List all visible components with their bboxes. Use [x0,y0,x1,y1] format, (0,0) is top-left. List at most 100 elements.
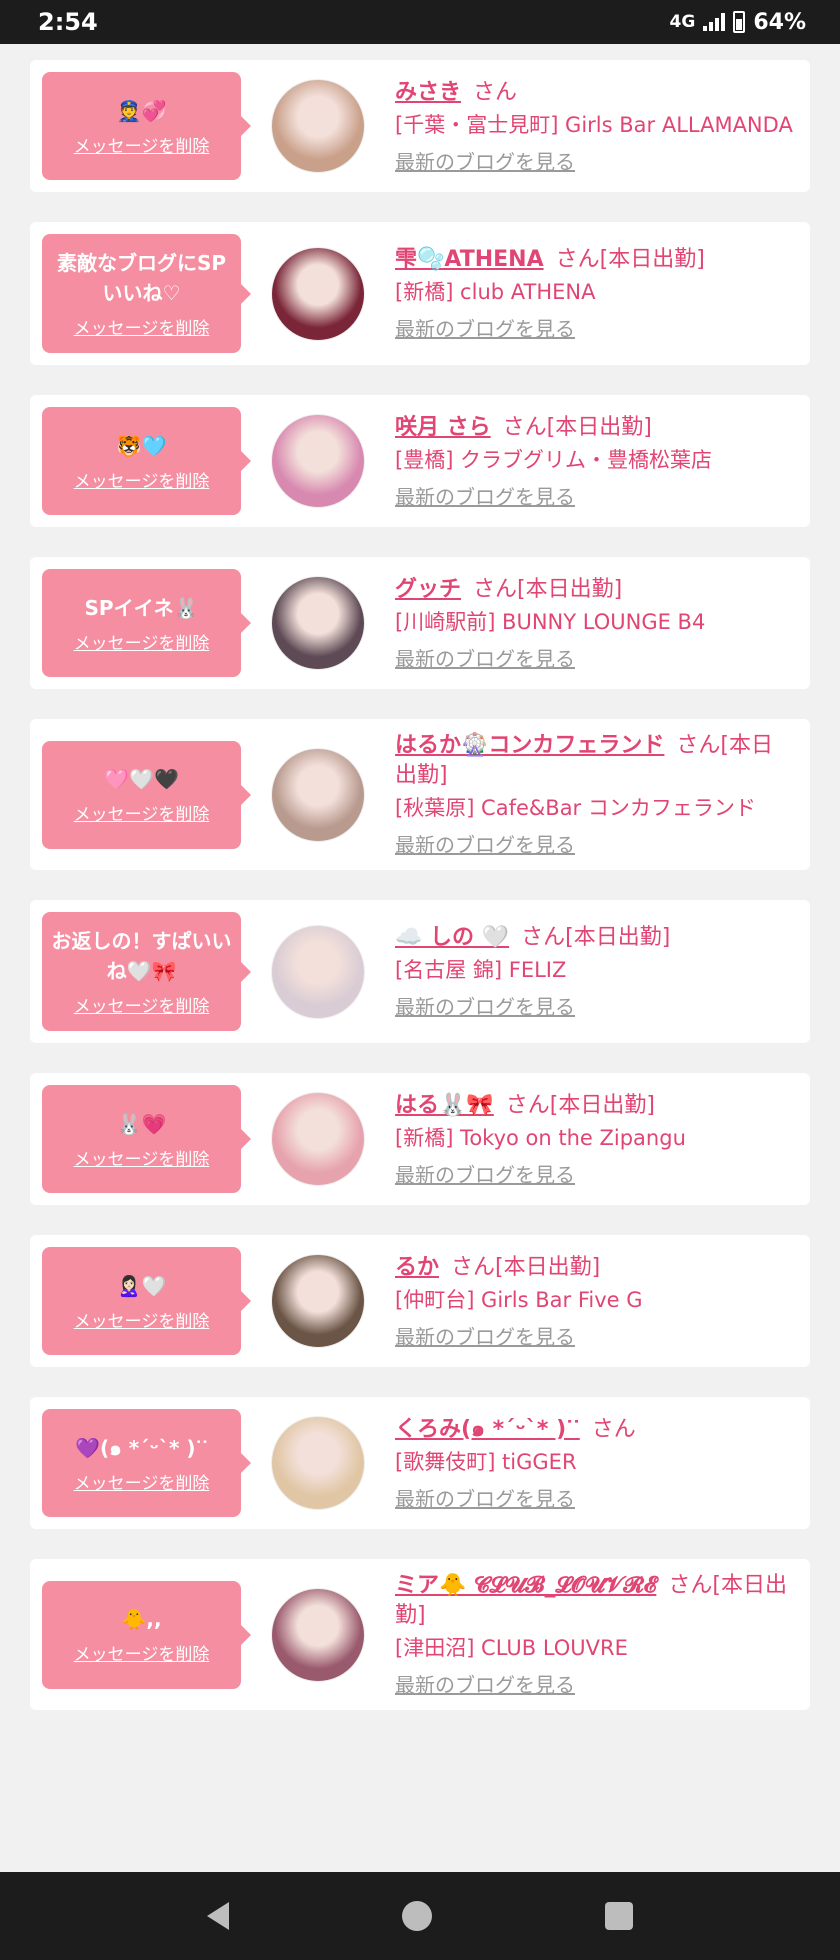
shop-label: [歌舞伎町] tiGGER [395,1449,577,1474]
name-suffix: さん[本日出勤] [555,247,705,272]
message-text: 🐰💗 [116,1111,167,1136]
profile-name-link[interactable]: ミア🐥 𝓒𝓛𝓤𝓑_𝓛𝓞𝓤𝓥𝓡𝓔 [395,1573,656,1598]
message-text: SPイイネ🐰 [84,595,199,620]
shop-label: [千葉・富士見町] Girls Bar ALLAMANDA [395,112,793,137]
message-bubble: 💜(๑ *ˊᵕˋ* )ᐝᐝ メッセージを削除 [42,1409,251,1517]
profile-name-link[interactable]: くろみ(๑ *ˊᵕˋ* )ᐝᐝ [395,1417,580,1442]
message-bubble: SPイイネ🐰 メッセージを削除 [42,569,251,677]
latest-blog-link[interactable]: 最新のブログを見る [395,313,575,342]
back-icon[interactable] [206,1902,229,1930]
message-bubble: 🩷🤍🖤 メッセージを削除 [42,740,251,849]
list-item: 🩷🤍🖤 メッセージを削除 はるか🎡コンカフェランド さん[本日出勤] [秋葉原] … [30,719,810,870]
profile-info: はる🐰🎀 さん[本日出勤] [新橋] Tokyo on the Zipangu 最… [395,1091,810,1188]
profile-name-link[interactable]: はる🐰🎀 [395,1093,494,1118]
name-suffix: さん[本日出勤] [505,1092,655,1118]
shop-label: [新橋] Tokyo on the Zipangu [395,1125,686,1150]
message-text: お返しの！すぱいいね🤍🎀 [51,929,232,983]
profile-info: グッチ さん[本日出勤] [川崎駅前] BUNNY LOUNGE B4 最新のブロ… [395,575,810,672]
latest-blog-link[interactable]: 最新のブログを見る [395,829,575,858]
shop-label: [仲町台] Girls Bar Five G [395,1287,643,1312]
profile-name-link[interactable]: グッチ [395,577,461,602]
delete-message-link[interactable]: メッセージを削除 [74,132,210,157]
status-icons: 4G 64% [670,10,806,35]
delete-message-link[interactable]: メッセージを削除 [74,1469,210,1494]
message-list: 👮💞 メッセージを削除 みさき さん [千葉・富士見町] Girls Bar AL… [30,60,810,1740]
profile-info: くろみ(๑ *ˊᵕˋ* )ᐝᐝ さん [歌舞伎町] tiGGER 最新のブログを見… [395,1415,810,1512]
latest-blog-link[interactable]: 最新のブログを見る [395,643,575,672]
delete-message-link[interactable]: メッセージを削除 [74,800,210,825]
shop-label: [川崎駅前] BUNNY LOUNGE B4 [395,609,706,634]
list-item: SPイイネ🐰 メッセージを削除 グッチ さん[本日出勤] [川崎駅前] BUNNY… [30,557,810,689]
message-text: 🐥,, [121,1607,162,1631]
delete-message-link[interactable]: メッセージを削除 [74,1640,210,1665]
list-item: 🐰💗 メッセージを削除 はる🐰🎀 さん[本日出勤] [新橋] Tokyo on t… [30,1073,810,1205]
avatar[interactable] [271,414,365,508]
delete-message-link[interactable]: メッセージを削除 [74,1307,210,1332]
name-suffix: さん[本日出勤] [451,1254,601,1280]
avatar[interactable] [271,1587,365,1682]
message-bubble: お返しの！すぱいいね🤍🎀 メッセージを削除 [42,912,251,1031]
list-item: 👮💞 メッセージを削除 みさき さん [千葉・富士見町] Girls Bar AL… [30,60,810,192]
profile-info: ☁️ しの 🤍 さん[本日出勤] [名古屋 錦] FELIZ 最新のブログを見る [395,923,810,1020]
recent-apps-icon[interactable] [605,1902,634,1930]
name-suffix: さん[本日出勤] [521,925,671,950]
profile-info: ミア🐥 𝓒𝓛𝓤𝓑_𝓛𝓞𝓤𝓥𝓡𝓔 さん[本日出勤] [津田沼] CLUB LOUVR… [395,1571,810,1698]
latest-blog-link[interactable]: 最新のブログを見る [395,1483,575,1512]
message-text: 👮💞 [116,98,167,123]
message-bubble: 🙎🏻‍♀️🤍 メッセージを削除 [42,1247,251,1355]
avatar[interactable] [271,1416,365,1510]
status-bar: 2:54 4G 64% [0,0,840,44]
network-type: 4G [669,12,696,32]
home-icon[interactable] [401,1901,432,1931]
profile-info: 咲月 さら さん[本日出勤] [豊橋] クラブグリム・豊橋松葉店 最新のブログを見… [395,413,810,510]
message-bubble: 🐯🩵 メッセージを削除 [42,407,251,515]
delete-message-link[interactable]: メッセージを削除 [74,1145,210,1170]
profile-name-link[interactable]: るか [395,1255,439,1280]
list-item: 🙎🏻‍♀️🤍 メッセージを削除 るか さん[本日出勤] [仲町台] Girls B… [30,1235,810,1367]
delete-message-link[interactable]: メッセージを削除 [74,314,210,339]
profile-name-link[interactable]: 雫🫧ATHENA [395,247,544,272]
status-time: 2:54 [38,8,98,36]
message-bubble: 素敵なブログにSPいいね♡ メッセージを削除 [42,234,251,353]
latest-blog-link[interactable]: 最新のブログを見る [395,1321,575,1350]
latest-blog-link[interactable]: 最新のブログを見る [395,1669,575,1698]
profile-name-link[interactable]: みさき [395,80,461,105]
message-bubble: 👮💞 メッセージを削除 [42,72,251,180]
avatar[interactable] [271,747,365,842]
avatar[interactable] [271,79,365,173]
delete-message-link[interactable]: メッセージを削除 [74,629,210,654]
delete-message-link[interactable]: メッセージを削除 [74,992,210,1017]
delete-message-link[interactable]: メッセージを削除 [74,467,210,492]
profile-info: 雫🫧ATHENA さん[本日出勤] [新橋] club ATHENA 最新のブログ… [395,245,810,342]
avatar[interactable] [271,1254,365,1348]
name-suffix: さん [591,1416,636,1442]
message-text: 💜(๑ *ˊᵕˋ* )ᐝᐝ [75,1435,208,1460]
battery-level: 64% [753,9,806,35]
list-item: 🐯🩵 メッセージを削除 咲月 さら さん[本日出勤] [豊橋] クラブグリム・豊橋… [30,395,810,527]
avatar[interactable] [271,576,365,670]
profile-name-link[interactable]: ☁️ しの 🤍 [395,925,509,950]
profile-info: みさき さん [千葉・富士見町] Girls Bar ALLAMANDA 最新のブ… [395,78,810,175]
profile-name-link[interactable]: 咲月 さら [395,415,491,440]
latest-blog-link[interactable]: 最新のブログを見る [395,146,575,175]
shop-label: [新橋] club ATHENA [395,280,596,304]
latest-blog-link[interactable]: 最新のブログを見る [395,481,575,510]
list-item: 素敵なブログにSPいいね♡ メッセージを削除 雫🫧ATHENA さん[本日出勤] … [30,222,810,365]
signal-icon [703,13,726,31]
navigation-bar [0,1872,840,1960]
avatar[interactable] [271,924,365,1019]
shop-label: [名古屋 錦] FELIZ [395,958,567,982]
message-text: 🙎🏻‍♀️🤍 [116,1273,167,1298]
profile-name-link[interactable]: はるか🎡コンカフェランド [395,733,664,758]
avatar[interactable] [271,246,365,341]
shop-label: [津田沼] CLUB LOUVRE [395,1636,628,1660]
latest-blog-link[interactable]: 最新のブログを見る [395,1159,575,1188]
shop-label: [豊橋] クラブグリム・豊橋松葉店 [395,447,713,472]
message-text: 素敵なブログにSPいいね♡ [56,251,227,305]
message-bubble: 🐰💗 メッセージを削除 [42,1085,251,1193]
avatar[interactable] [271,1092,365,1186]
latest-blog-link[interactable]: 最新のブログを見る [395,991,575,1020]
list-item: お返しの！すぱいいね🤍🎀 メッセージを削除 ☁️ しの 🤍 さん[本日出勤] [名… [30,900,810,1043]
list-item: 🐥,, メッセージを削除 ミア🐥 𝓒𝓛𝓤𝓑_𝓛𝓞𝓤𝓥𝓡𝓔 さん[本日出勤] [津田… [30,1559,810,1710]
message-bubble: 🐥,, メッセージを削除 [42,1580,251,1689]
